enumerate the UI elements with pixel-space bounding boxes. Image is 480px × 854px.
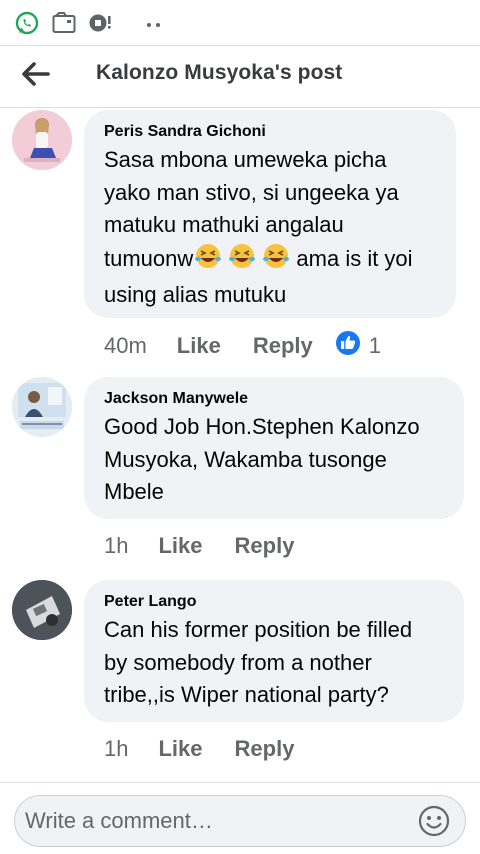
- back-arrow-icon: [22, 61, 50, 91]
- comment-bubble[interactable]: Peter Lango Can his former position be f…: [84, 580, 464, 722]
- comment-bubble[interactable]: Jackson Manywele Good Job Hon.Stephen Ka…: [84, 377, 464, 519]
- post-header: Kalonzo Musyoka's post: [0, 46, 480, 108]
- like-button[interactable]: Like: [158, 533, 202, 559]
- comment-time[interactable]: 40m: [104, 333, 147, 359]
- comment-text-line: by somebody from a nother: [104, 649, 372, 675]
- comment-actions: 1h Like Reply: [104, 533, 294, 559]
- reply-button[interactable]: Reply: [235, 533, 295, 559]
- reply-button[interactable]: Reply: [253, 333, 313, 359]
- like-button[interactable]: Like: [177, 333, 221, 359]
- smiley-icon[interactable]: [417, 804, 451, 838]
- comment-text-line: Sasa mbona umeweka picha: [104, 147, 387, 172]
- avatar[interactable]: [12, 377, 72, 437]
- comment-text-line: Good Job Hon.Stephen Kalonzo: [104, 414, 420, 439]
- avatar[interactable]: [12, 580, 72, 640]
- comment-time[interactable]: 1h: [104, 736, 128, 762]
- more-icon: [146, 16, 162, 34]
- comment-text-line: Musyoka, Wakamba tusonge: [104, 446, 387, 472]
- comment-input[interactable]: [25, 804, 405, 838]
- comment-actions: 40m Like Reply 1: [104, 330, 381, 362]
- comment-text-line: using alias mutuku: [104, 282, 287, 307]
- reaction-count: 1: [368, 333, 381, 358]
- avatar[interactable]: [12, 110, 72, 170]
- notification-icon: [88, 12, 112, 39]
- back-button[interactable]: [14, 54, 58, 98]
- like-reaction-icon: [335, 330, 361, 362]
- comment-bubble[interactable]: Peris Sandra Gichoni Sasa mbona umeweka …: [84, 110, 456, 318]
- comment-text-line: ama is it yoi: [296, 245, 413, 271]
- laughing-emoji-icon: [194, 242, 290, 280]
- comment-text: Sasa mbona umeweka picha yako man stivo,…: [104, 144, 438, 312]
- comment-author[interactable]: Peter Lango: [104, 592, 446, 612]
- comment-time[interactable]: 1h: [104, 533, 128, 559]
- comment-actions: 1h Like Reply: [104, 736, 294, 762]
- comment-text-line: tribe,,is Wiper national party?: [104, 682, 389, 707]
- comment-composer: [0, 782, 480, 854]
- comment-text-line: matuku mathuki angalau: [104, 212, 344, 237]
- comment-text-line: Can his former position be filled: [104, 617, 413, 642]
- comment-text-line: tumuonw: [104, 245, 194, 271]
- comment-input-box[interactable]: [14, 795, 466, 847]
- comment-author[interactable]: Jackson Manywele: [104, 389, 446, 409]
- status-bar: [0, 0, 480, 46]
- like-button[interactable]: Like: [158, 736, 202, 762]
- comment-author[interactable]: Peris Sandra Gichoni: [104, 122, 438, 142]
- reaction-summary[interactable]: 1: [335, 330, 381, 362]
- comment-text-line: Mbele: [104, 479, 164, 504]
- media-icon: [52, 12, 76, 39]
- comment-text-line: yako man stivo, si ungeeka ya: [104, 179, 399, 205]
- comment-text: Good Job Hon.Stephen Kalonzo Musyoka, Wa…: [104, 411, 446, 509]
- reply-button[interactable]: Reply: [235, 736, 295, 762]
- whatsapp-icon: [14, 10, 40, 41]
- page-title: Kalonzo Musyoka's post: [96, 61, 343, 84]
- comment-text: Can his former position be filled by som…: [104, 614, 446, 712]
